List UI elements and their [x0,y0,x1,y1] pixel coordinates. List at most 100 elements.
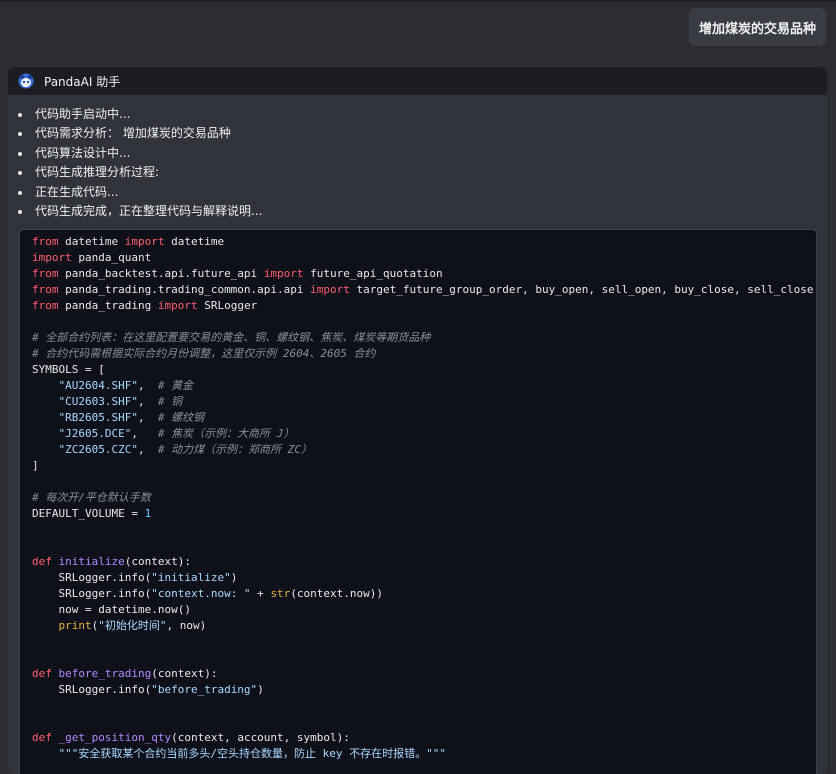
code-token: "context.now: " [151,587,251,600]
code-line: from panda_trading.trading_common.api.ap… [32,282,816,298]
code-token: target_future_group_order, buy_open, sel… [349,283,814,296]
code-line: DEFAULT_VOLUME = 1 [32,506,816,522]
code-token: , [137,443,158,456]
code-token: panda_trading.trading_common.api.api [58,283,311,296]
code-line: "RB2605.SHF", # 螺纹钢 [32,410,816,426]
code-token: # 全部合约列表：在这里配置要交易的黄金、铜、螺纹钢、焦炭、煤炭等期货品种 [32,331,431,344]
code-token: SYMBOLS = [ [32,363,105,376]
code-block[interactable]: from datetime import datetime import pand… [19,229,817,774]
code-token: "初始化时间" [98,619,167,632]
code-line: SRLogger.info("initialize") [32,570,816,586]
code-token: str [270,587,291,600]
code-token: now = datetime.now() [32,603,191,616]
code-token: , [137,379,158,392]
code-token: def [32,731,52,744]
code-line: def _get_position_qty(context, account, … [32,730,816,746]
code-token: ) [257,683,264,696]
code-token: , [137,395,158,408]
code-token: from [32,267,59,280]
code-token: import [124,235,165,248]
code-token: SRLogger.info( [32,571,152,584]
code-line: "CU2603.SHF", # 铜 [32,394,816,410]
code-token: "AU2604.SHF" [58,379,138,392]
code-token: , [131,427,158,440]
assistant-panel: PandaAI 助手 代码助手启动中... 代码需求分析： 增加煤炭的交易品种 … [8,67,827,774]
user-message-text: 增加煤炭的交易品种 [698,21,816,37]
code-token: # 螺纹钢 [157,411,205,424]
code-line: import panda_quant [32,250,816,266]
code-token: before_trading [58,667,152,680]
code-token: import [263,267,304,280]
code-token: , [137,411,158,424]
code-token: import [32,251,72,264]
code-token: "ZC2605.CZC" [58,443,138,456]
status-list: 代码助手启动中... 代码需求分析： 增加煤炭的交易品种 代码算法设计中... … [8,95,827,221]
code-token: initialize [58,555,125,568]
status-item: 代码算法设计中... [18,144,827,163]
code-token: panda_quant [71,251,152,264]
code-token: # 合约代码需根据实际合约月份调整，这里仅示例 2604、2605 合约 [32,347,376,360]
code-line: # 全部合约列表：在这里配置要交易的黄金、铜、螺纹钢、焦炭、煤炭等期货品种 [32,330,816,346]
code-token: "CU2603.SHF" [58,395,138,408]
code-token: ) [230,571,238,584]
code-token: _get_position_qty [58,731,172,744]
status-item: 代码生成完成，正在整理代码与解释说明... [18,202,827,221]
code-token: 1 [144,507,152,520]
code-line: from panda_trading import SRLogger [32,298,816,314]
assistant-header: PandaAI 助手 [8,67,827,95]
code-token: "before_trading" [151,683,258,696]
code-token: (context): [151,667,218,680]
code-line: # 合约代码需根据实际合约月份调整，这里仅示例 2604、2605 合约 [32,346,816,362]
status-item: 正在生成代码... [18,183,827,202]
code-token: panda_trading [58,299,158,312]
code-line: def initialize(context): [32,554,816,570]
code-line: now = datetime.now() [32,602,816,618]
panda-logo-icon [18,73,34,89]
code-token: SRLogger [197,299,258,312]
code-line: from panda_backtest.api.future_api impor… [32,266,816,282]
code-token: SRLogger.info( [32,683,152,696]
code-token: (context): [124,555,191,568]
code-line: """安全获取某个合约当前多头/空头持仓数量，防止 key 不存在时报错。""" [32,746,816,762]
code-token: def [32,667,52,680]
code-token: print [58,619,92,632]
code-token: , now) [166,619,207,632]
code-token: future_api_quotation [303,267,443,280]
code-line: "ZC2605.CZC", # 动力煤（示例：郑商所 ZC） [32,442,816,458]
code-line: SYMBOLS = [ [32,362,816,378]
code-token: (context.now)) [290,587,384,600]
code-token: # 每次开/平仓默认手数 [32,491,151,504]
code-line: "AU2604.SHF", # 黄金 [32,378,816,394]
code-token: "J2605.DCE" [58,427,132,440]
code-token: # 铜 [157,395,183,408]
code-line: "J2605.DCE", # 焦炭（示例：大商所 J） [32,426,816,442]
code-token: SRLogger.info( [32,587,152,600]
code-token: "RB2605.SHF" [58,411,138,424]
code-line: ] [32,458,816,474]
status-item: 代码需求分析： 增加煤炭的交易品种 [18,124,827,143]
code-token: ] [32,459,39,472]
code-token: import [310,283,350,296]
code-line: SRLogger.info("before_trading") [32,682,816,698]
code-line: SRLogger.info("context.now: " + str(cont… [32,586,816,602]
code-token: from [32,283,59,296]
code-token: # 焦炭（示例：大商所 J） [157,427,295,440]
code-line: def before_trading(context): [32,666,816,682]
code-token: "initialize" [151,571,231,584]
